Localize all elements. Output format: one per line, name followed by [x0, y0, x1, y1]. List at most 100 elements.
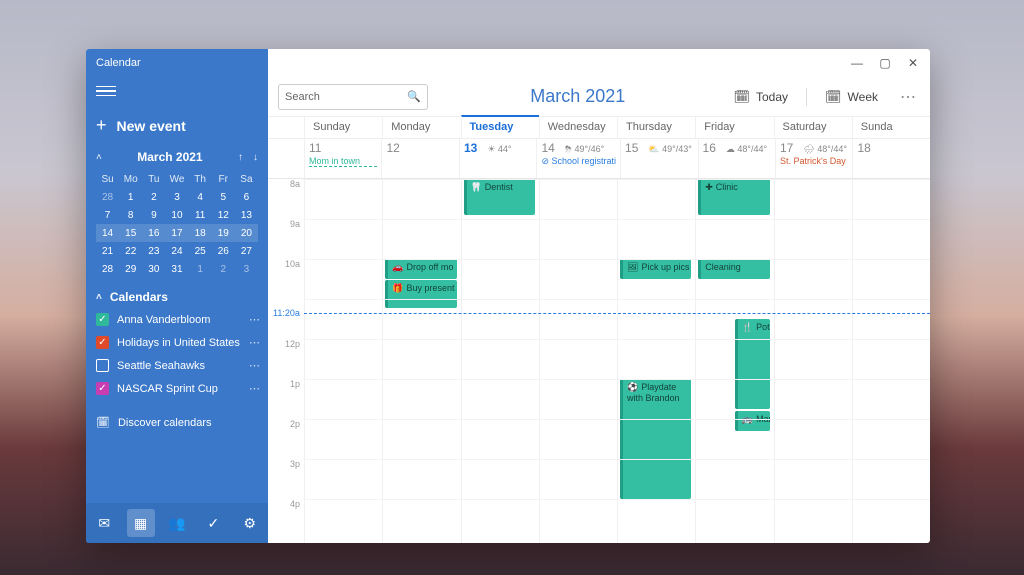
mini-day[interactable]: 13 [235, 206, 258, 224]
mini-day[interactable]: 30 [142, 260, 165, 278]
day-column[interactable] [304, 179, 382, 543]
mini-day[interactable]: 22 [119, 242, 142, 260]
window-minimize[interactable]: — [850, 56, 864, 70]
allday-cell[interactable]: 18 [852, 139, 929, 178]
mini-day[interactable]: 7 [96, 206, 119, 224]
mini-day[interactable]: 10 [165, 206, 188, 224]
app-title: Calendar [86, 49, 268, 77]
calendar-more-icon[interactable]: ⋯ [249, 313, 260, 326]
nav-people-button[interactable]: 👥 [163, 509, 191, 537]
nav-calendar-button[interactable]: ▦ [127, 509, 155, 537]
nav-settings-button[interactable]: ⚙ [236, 509, 264, 537]
calendar-item[interactable]: ✓Holidays in United States⋯ [86, 331, 268, 354]
mini-day[interactable]: 25 [189, 242, 212, 260]
mini-calendar: SuMoTuWeThFrSa 2812345678910111213141516… [96, 170, 258, 278]
calendar-event[interactable]: 🖼Pick up pics [620, 259, 691, 279]
calendar-event[interactable]: 🚌Mar [735, 411, 770, 431]
allday-event[interactable]: Mom in town [309, 156, 377, 167]
today-button[interactable]: 🗓 Today [727, 85, 794, 109]
calendar-checkbox[interactable]: ✓ [96, 313, 109, 326]
mini-day[interactable]: 24 [165, 242, 188, 260]
allday-cell[interactable]: 17🌧 48°/44°St. Patrick's Day [775, 139, 852, 178]
allday-event[interactable]: ⊘ School registrati [541, 156, 616, 167]
separator [806, 88, 807, 106]
calendar-event[interactable]: 🦷Dentist [464, 179, 535, 215]
mini-day[interactable]: 28 [96, 188, 119, 206]
day-column[interactable] [774, 179, 852, 543]
mini-day[interactable]: 9 [142, 206, 165, 224]
calendar-checkbox[interactable]: ✓ [96, 382, 109, 395]
mini-day[interactable]: 1 [119, 188, 142, 206]
day-column[interactable]: ✚Clinic Cleaning 🍴Potl🚌Mar [695, 179, 773, 543]
calendar-more-icon[interactable]: ⋯ [249, 382, 260, 395]
calendar-item[interactable]: ✓NASCAR Sprint Cup⋯ [86, 377, 268, 400]
window-maximize[interactable]: ▢ [878, 56, 892, 70]
mini-day[interactable]: 27 [235, 242, 258, 260]
day-column[interactable] [539, 179, 617, 543]
time-label: 1p [268, 379, 300, 419]
discover-calendars-button[interactable]: 🗓 Discover calendars [86, 406, 268, 439]
calendar-event[interactable]: ✚Clinic [698, 179, 769, 215]
mini-day[interactable]: 5 [212, 188, 235, 206]
allday-cell[interactable]: 15⛅ 49°/43° [620, 139, 697, 178]
mini-day[interactable]: 4 [189, 188, 212, 206]
mini-day[interactable]: 23 [142, 242, 165, 260]
mini-day[interactable]: 29 [119, 260, 142, 278]
month-prev-icon[interactable]: ↑ [238, 152, 243, 163]
mini-day[interactable]: 12 [212, 206, 235, 224]
month-next-icon[interactable]: ↓ [253, 152, 258, 163]
allday-cell[interactable]: 16☁ 48°/44° [698, 139, 775, 178]
calendar-event[interactable]: Cleaning [698, 259, 769, 279]
calendar-more-icon[interactable]: ⋯ [249, 359, 260, 372]
new-event-button[interactable]: + New event [96, 109, 258, 148]
mini-day[interactable]: 6 [235, 188, 258, 206]
nav-todo-button[interactable]: ✓ [199, 509, 227, 537]
search-input[interactable]: Search 🔍 [278, 84, 428, 110]
mini-day[interactable]: 8 [119, 206, 142, 224]
day-column[interactable]: 🖼Pick up pics ⚽Playdate with Brandon [617, 179, 695, 543]
mini-day[interactable]: 16 [142, 224, 165, 242]
nav-mail-button[interactable]: ✉ [90, 509, 118, 537]
mini-day[interactable]: 31 [165, 260, 188, 278]
allday-event[interactable]: St. Patrick's Day [780, 156, 848, 166]
mini-day[interactable]: 14 [96, 224, 119, 242]
mini-day[interactable]: 2 [142, 188, 165, 206]
day-column[interactable]: 🦷Dentist [461, 179, 539, 543]
mini-day[interactable]: 2 [212, 260, 235, 278]
calendar-item[interactable]: ✓Anna Vanderbloom⋯ [86, 308, 268, 331]
day-headers: SundayMondayTuesdayWednesdayThursdayFrid… [268, 117, 930, 139]
allday-cell[interactable]: 13☀ 44° [459, 139, 536, 178]
mini-day[interactable]: 18 [189, 224, 212, 242]
sidebar: + New event ˄ March 2021 ↑ ↓ SuMoTuWeThF… [86, 77, 268, 543]
calendar-event[interactable]: ⚽Playdate with Brandon [620, 379, 691, 499]
mini-day[interactable]: 26 [212, 242, 235, 260]
calendar-event[interactable]: 🎁Buy present [385, 280, 456, 308]
more-button[interactable]: ⋯ [896, 87, 920, 107]
window-close[interactable]: ✕ [906, 56, 920, 70]
calendar-checkbox[interactable] [96, 359, 109, 372]
mini-day[interactable]: 3 [235, 260, 258, 278]
allday-cell[interactable]: 11Mom in town [304, 139, 381, 178]
calendar-event[interactable]: 🍴Potl [735, 319, 770, 409]
mini-day[interactable]: 17 [165, 224, 188, 242]
calendars-collapse-icon[interactable]: ˄ [96, 292, 102, 303]
month-collapse-icon[interactable]: ˄ [96, 152, 102, 163]
day-column[interactable] [852, 179, 930, 543]
calendar-checkbox[interactable]: ✓ [96, 336, 109, 349]
mini-day[interactable]: 19 [212, 224, 235, 242]
hamburger-button[interactable] [96, 81, 116, 101]
calendar-event[interactable]: 🚗Drop off mo [385, 259, 456, 279]
mini-day[interactable]: 21 [96, 242, 119, 260]
calendar-item[interactable]: Seattle Seahawks⋯ [86, 354, 268, 377]
calendar-more-icon[interactable]: ⋯ [249, 336, 260, 349]
mini-day[interactable]: 20 [235, 224, 258, 242]
mini-day[interactable]: 1 [189, 260, 212, 278]
allday-cell[interactable]: 12 [381, 139, 458, 178]
mini-day[interactable]: 28 [96, 260, 119, 278]
week-button[interactable]: 🗓 Week [819, 85, 884, 109]
allday-cell[interactable]: 14⛈ 49°/46°⊘ School registrati [536, 139, 620, 178]
mini-day[interactable]: 11 [189, 206, 212, 224]
mini-day[interactable]: 3 [165, 188, 188, 206]
day-column[interactable]: 🚗Drop off mo🎁Buy present [382, 179, 460, 543]
mini-day[interactable]: 15 [119, 224, 142, 242]
